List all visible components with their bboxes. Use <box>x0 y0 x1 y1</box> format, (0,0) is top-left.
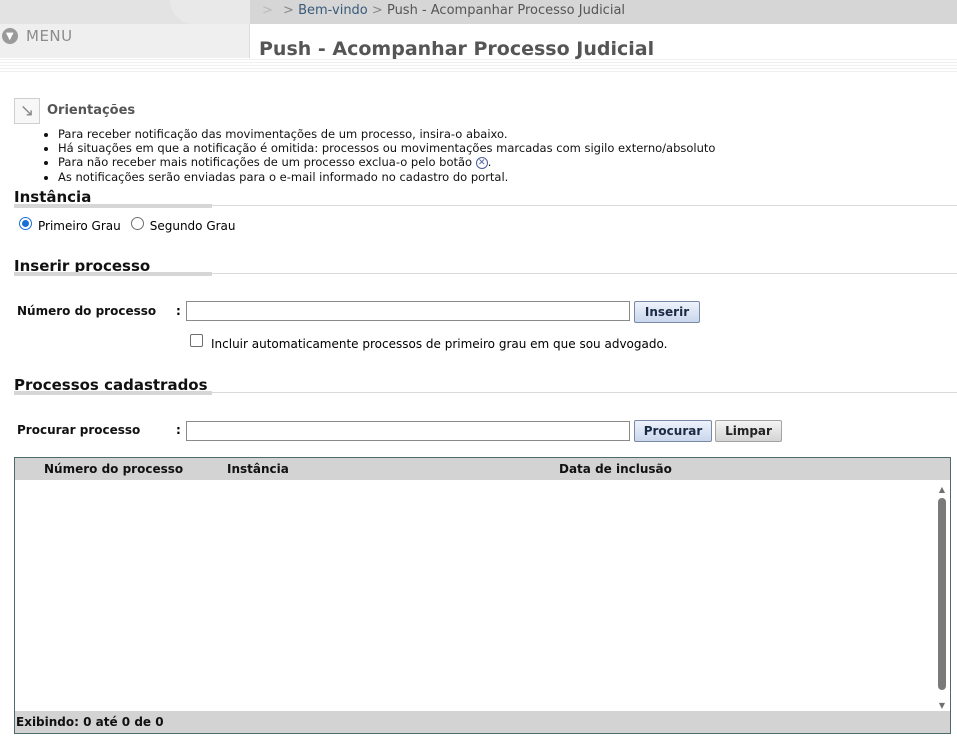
breadcrumb-separator: > <box>283 3 294 18</box>
procurar-processo-label: Procurar processo <box>17 423 141 437</box>
header-hatch <box>0 58 957 72</box>
breadcrumb-current: Push - Acompanhar Processo Judicial <box>386 3 626 18</box>
list-item: Para receber notificação das movimentaçõ… <box>58 127 715 141</box>
checkbox-label: Incluir automaticamente processos de pri… <box>211 337 668 351</box>
list-item: As notificações serão enviadas para o e-… <box>58 170 715 184</box>
radio-primeiro-grau[interactable] <box>19 216 32 230</box>
scroll-up-arrow-icon[interactable]: ▲ <box>936 484 948 494</box>
radio-label: Segundo Grau <box>149 219 236 233</box>
radio-segundo-grau[interactable] <box>130 216 144 230</box>
scroll-thumb[interactable] <box>938 498 946 690</box>
page-title: Push - Acompanhar Processo Judicial <box>259 38 655 60</box>
menu-label: MENU <box>26 27 73 45</box>
list-item: Há situações em que a notificação é omit… <box>58 141 715 155</box>
menu-button[interactable]: ▼ MENU <box>2 27 73 45</box>
limpar-button[interactable]: Limpar <box>715 420 782 442</box>
menu-tab-background <box>0 0 260 24</box>
procurar-button[interactable]: Procurar <box>634 420 712 442</box>
radio-label: Primeiro Grau <box>38 219 121 233</box>
remove-circle-icon: ✕ <box>475 157 488 170</box>
table-header: Número do processo Instância Data de inc… <box>15 458 950 480</box>
scroll-down-arrow-icon[interactable]: ▼ <box>936 700 948 710</box>
column-header-numero[interactable]: Número do processo <box>44 462 183 476</box>
list-item-text: Para não receber mais notificações de um… <box>58 155 473 170</box>
procurar-processo-input[interactable] <box>186 421 630 441</box>
breadcrumb-home-link[interactable]: Bem-vindo <box>298 3 368 18</box>
column-header-instancia[interactable]: Instância <box>227 462 289 476</box>
instancia-radio-group: Primeiro Grau Segundo Grau <box>19 213 246 233</box>
header: > > Bem-vindo > Push - Acompanhar Proces… <box>0 0 957 72</box>
breadcrumb-separator: > <box>371 3 383 18</box>
numero-processo-label: Número do processo <box>17 304 157 318</box>
inserir-button[interactable]: Inserir <box>634 301 700 323</box>
colon: : <box>176 304 181 318</box>
section-divider <box>14 272 957 276</box>
column-header-data-inclusao[interactable]: Data de inclusão <box>559 462 672 476</box>
arrow-down-right-icon: ↘ <box>14 98 40 124</box>
colon: : <box>176 423 181 437</box>
table-footer-status: Exibindo: 0 até 0 de 0 <box>15 711 950 733</box>
list-item: Para não receber mais notificações de um… <box>58 155 715 170</box>
list-item-suffix: . <box>487 155 492 170</box>
processos-table: Número do processo Instância Data de inc… <box>14 457 951 734</box>
breadcrumb: > > Bem-vindo > Push - Acompanhar Proces… <box>262 3 625 18</box>
table-scrollbar[interactable]: ▲ ▼ <box>936 484 948 710</box>
breadcrumb-separator: > <box>262 3 273 18</box>
orientacoes-list: Para receber notificação das movimentaçõ… <box>40 127 715 184</box>
section-divider <box>14 391 957 395</box>
numero-processo-input[interactable] <box>186 301 630 321</box>
incluir-automaticamente: Incluir automaticamente processos de pri… <box>190 330 667 351</box>
orientacoes-title: Orientações <box>47 103 136 118</box>
section-divider <box>14 204 957 208</box>
incluir-automaticamente-checkbox[interactable] <box>190 334 203 347</box>
chevron-down-icon: ▼ <box>2 28 18 44</box>
